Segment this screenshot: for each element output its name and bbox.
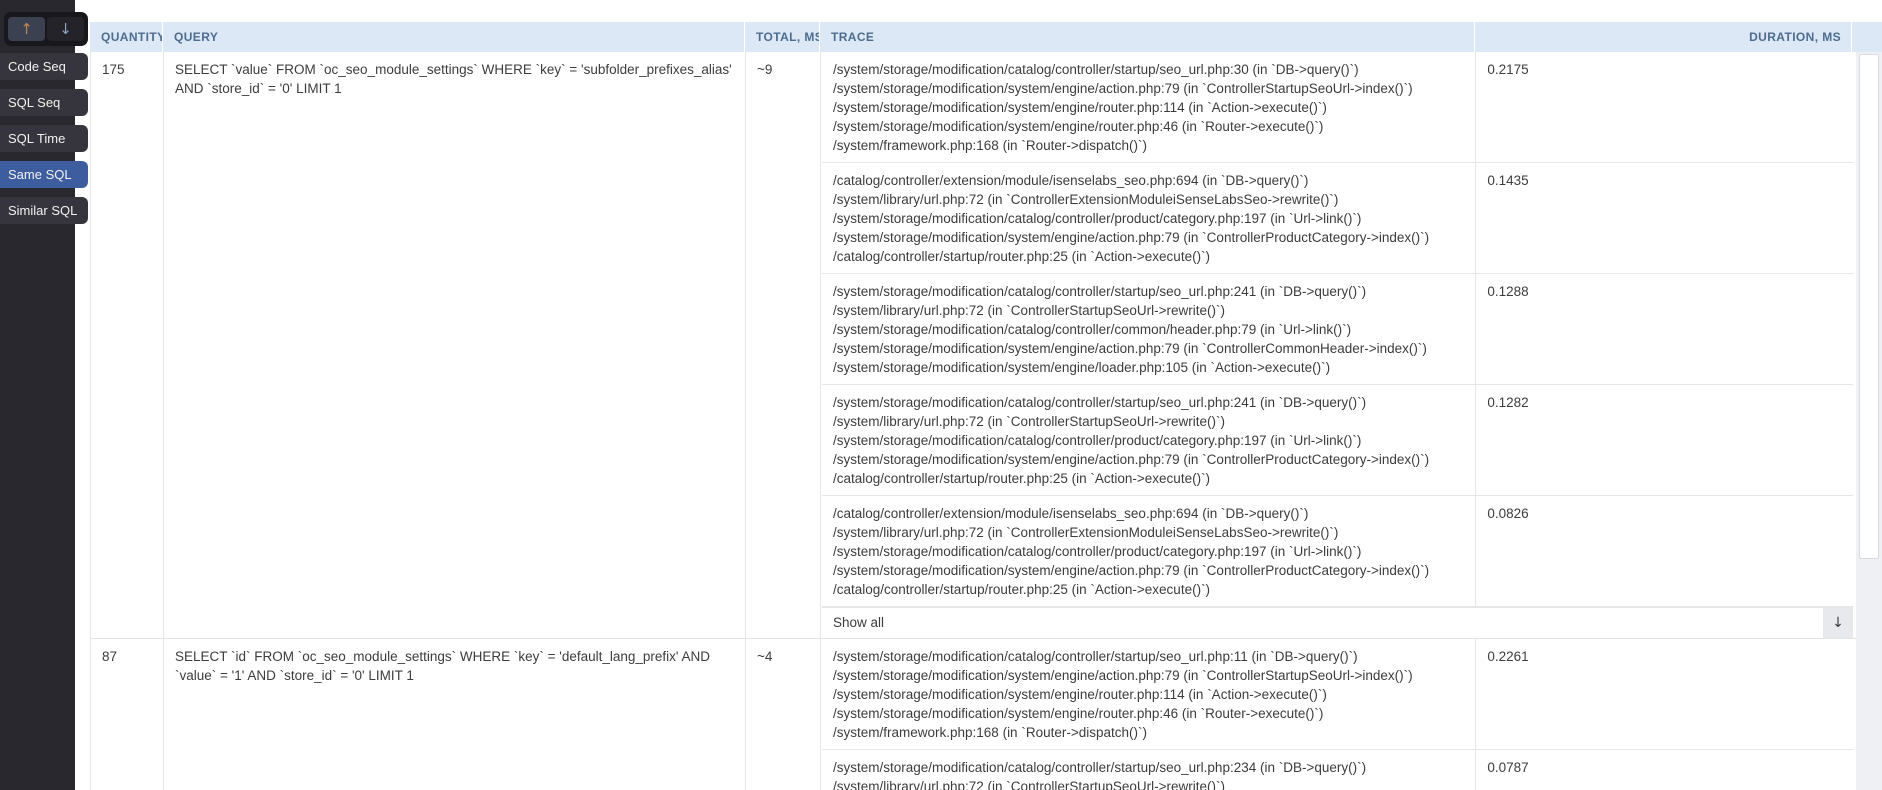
sort-ascending-button[interactable]: ↑ <box>8 17 45 41</box>
trace-line: /system/storage/modification/system/engi… <box>833 360 1331 375</box>
trace-line: /system/storage/modification/catalog/con… <box>833 760 1367 775</box>
show-all-row: Show all ↓ <box>822 607 1853 638</box>
column-header-duration-ms: DURATION, MS <box>1475 22 1852 52</box>
trace-lines: /system/storage/modification/catalog/con… <box>822 52 1477 162</box>
trace-line: /catalog/controller/extension/module/ise… <box>833 173 1309 188</box>
duration-ms-value: 0.2175 <box>1487 62 1529 77</box>
trace-line: /system/storage/modification/system/engi… <box>833 230 1430 245</box>
trace-line: /catalog/controller/startup/router.php:2… <box>833 582 1211 597</box>
table-body: 175 SELECT `value` FROM `oc_seo_module_se… <box>90 52 1882 790</box>
trace-lines: /catalog/controller/extension/module/ise… <box>822 163 1477 273</box>
table-row: 87 SELECT `id` FROM `oc_seo_module_settin… <box>90 639 1882 790</box>
trace-line: /system/framework.php:168 (in `Router->d… <box>833 725 1147 740</box>
sort-order-widget: ↑ ↓ <box>4 12 88 46</box>
trace-group: /catalog/controller/extension/module/ise… <box>822 163 1853 274</box>
sidebar-item-code-seq[interactable]: Code Seq <box>0 53 88 80</box>
trace-line: /system/storage/modification/catalog/con… <box>833 433 1362 448</box>
trace-group: /system/storage/modification/catalog/con… <box>822 385 1853 496</box>
trace-line: /system/library/url.php:72 (in `Controll… <box>833 303 1225 318</box>
trace-line: /system/storage/modification/catalog/con… <box>833 211 1362 226</box>
duration-ms-value: 0.1282 <box>1487 395 1529 410</box>
trace-line: /system/storage/modification/catalog/con… <box>833 284 1367 299</box>
trace-line: /system/storage/modification/system/engi… <box>833 668 1413 683</box>
sidebar-item-similar-sql[interactable]: Similar SQL <box>0 197 88 224</box>
trace-group: /system/storage/modification/catalog/con… <box>822 52 1853 163</box>
trace-line: /system/storage/modification/catalog/con… <box>833 62 1359 77</box>
trace-line: /system/library/url.php:72 (in `Controll… <box>833 414 1225 429</box>
trace-line: /system/library/url.php:72 (in `Controll… <box>833 525 1339 540</box>
duration-ms-value: 0.2261 <box>1487 649 1529 664</box>
sidebar-item-same-sql[interactable]: Same SQL <box>0 161 88 188</box>
sidebar: ↑ ↓ Code Seq SQL Seq SQL Time Same SQL Simil… <box>0 0 88 790</box>
arrow-down-icon: ↓ <box>59 20 72 38</box>
column-header-trace: TRACE <box>820 22 1475 52</box>
trace-line: /system/storage/modification/system/engi… <box>833 563 1430 578</box>
duration-ms-value: 0.0826 <box>1487 506 1529 521</box>
trace-line: /system/storage/modification/system/engi… <box>833 341 1427 356</box>
trace-line: /system/storage/modification/catalog/con… <box>833 395 1367 410</box>
trace-line: /system/storage/modification/system/engi… <box>833 706 1324 721</box>
trace-column: /system/storage/modification/catalog/con… <box>821 52 1853 638</box>
scrollbar-thumb[interactable] <box>1859 54 1879 559</box>
total-ms-value: ~9 <box>746 52 821 638</box>
duration-ms-value: 0.1435 <box>1487 173 1529 188</box>
trace-line: /catalog/controller/startup/router.php:2… <box>833 249 1211 264</box>
trace-group: /system/storage/modification/catalog/con… <box>822 274 1853 385</box>
duration-ms-value: 0.0787 <box>1487 760 1529 775</box>
quantity-value: 87 <box>91 639 164 790</box>
trace-line: /system/storage/modification/catalog/con… <box>833 544 1362 559</box>
column-header-query: QUERY <box>163 22 745 52</box>
total-ms-value: ~4 <box>746 639 821 790</box>
arrow-up-icon: ↑ <box>20 20 33 38</box>
column-header-total-ms: TOTAL, MS <box>745 22 820 52</box>
column-header-filler <box>1852 22 1882 52</box>
trace-group: /catalog/controller/extension/module/ise… <box>822 496 1853 607</box>
trace-line: /system/storage/modification/system/engi… <box>833 119 1324 134</box>
trace-lines: /system/storage/modification/catalog/con… <box>822 385 1477 495</box>
trace-line: /system/library/url.php:72 (in `Controll… <box>833 192 1339 207</box>
trace-group: /system/storage/modification/catalog/con… <box>822 639 1853 750</box>
trace-lines: /system/storage/modification/catalog/con… <box>822 639 1477 749</box>
column-header-quantity: QUANTITY <box>90 22 163 52</box>
trace-lines: /system/storage/modification/catalog/con… <box>822 750 1477 790</box>
query-text: SELECT `id` FROM `oc_seo_module_settings… <box>164 639 746 790</box>
trace-line: /system/storage/modification/system/engi… <box>833 81 1413 96</box>
trace-line: /system/framework.php:168 (in `Router->d… <box>833 138 1147 153</box>
sort-descending-button[interactable]: ↓ <box>47 17 84 41</box>
trace-line: /catalog/controller/startup/router.php:2… <box>833 471 1211 486</box>
sidebar-item-sql-seq[interactable]: SQL Seq <box>0 89 88 116</box>
trace-column: /system/storage/modification/catalog/con… <box>821 639 1853 790</box>
trace-line: /system/storage/modification/catalog/con… <box>833 322 1352 337</box>
trace-group: /system/storage/modification/catalog/con… <box>822 750 1853 790</box>
table-row: 175 SELECT `value` FROM `oc_seo_module_se… <box>90 52 1882 639</box>
sidebar-item-sql-time[interactable]: SQL Time <box>0 125 88 152</box>
trace-line: /system/library/url.php:72 (in `Controll… <box>833 779 1225 790</box>
trace-lines: /system/storage/modification/catalog/con… <box>822 274 1477 384</box>
sql-profiler-table: QUANTITY QUERY TOTAL, MS TRACE DURATION, MS … <box>90 22 1882 790</box>
query-text: SELECT `value` FROM `oc_seo_module_setti… <box>164 52 746 638</box>
quantity-value: 175 <box>91 52 164 638</box>
vertical-scrollbar[interactable] <box>1856 52 1882 790</box>
trace-lines: /catalog/controller/extension/module/ise… <box>822 496 1477 606</box>
duration-ms-value: 0.1288 <box>1487 284 1529 299</box>
expand-down-button[interactable]: ↓ <box>1823 608 1853 638</box>
trace-line: /system/storage/modification/catalog/con… <box>833 649 1358 664</box>
trace-line: /system/storage/modification/system/engi… <box>833 687 1327 702</box>
trace-line: /system/storage/modification/system/engi… <box>833 452 1430 467</box>
trace-line: /catalog/controller/extension/module/ise… <box>833 506 1309 521</box>
sidebar-menu: Code Seq SQL Seq SQL Time Same SQL Similar S… <box>0 53 88 233</box>
table-header-row: QUANTITY QUERY TOTAL, MS TRACE DURATION, MS <box>90 22 1882 52</box>
show-all-link[interactable]: Show all <box>822 608 1823 638</box>
trace-line: /system/storage/modification/system/engi… <box>833 100 1327 115</box>
